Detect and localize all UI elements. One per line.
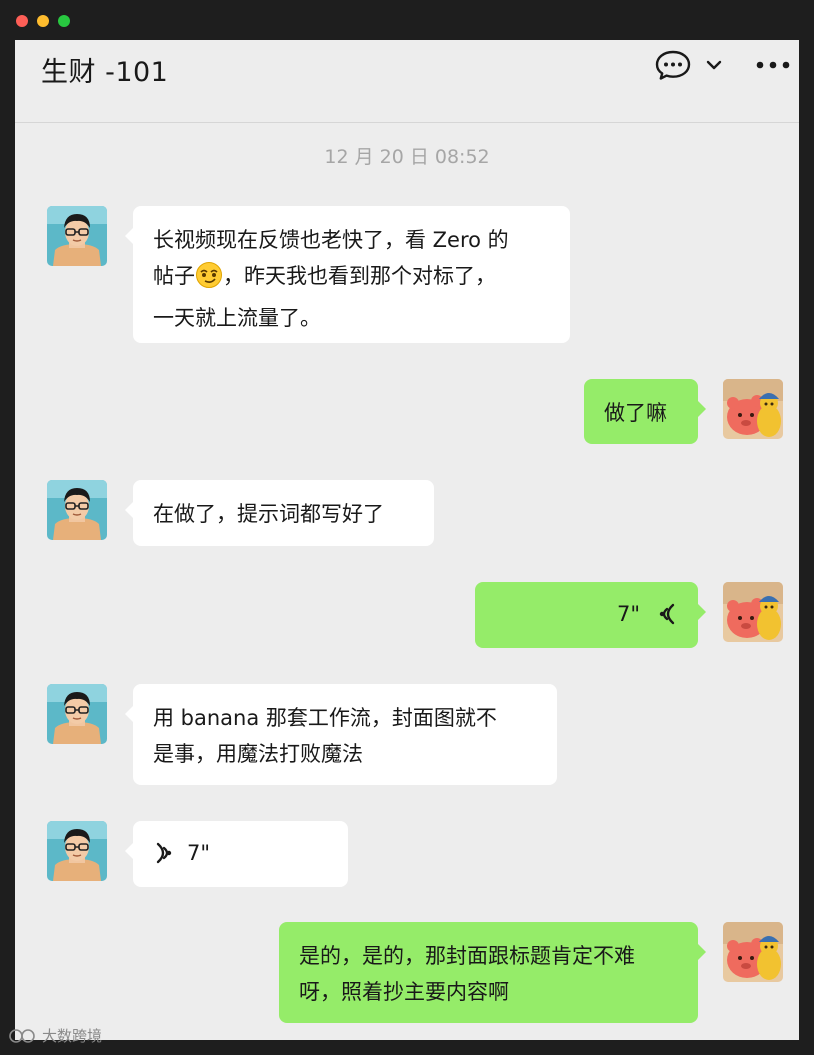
contact-avatar[interactable] [47, 206, 107, 266]
self-avatar[interactable] [723, 379, 783, 439]
chevron-down-icon[interactable] [703, 52, 725, 78]
message-text: 在做了，提示词都写好了 [153, 502, 384, 526]
chat-title: 生财 -101 [41, 57, 169, 88]
watermark-text: 大数跨境 [42, 1027, 103, 1045]
watermark: 大数跨境 [8, 1025, 102, 1046]
chat-bubble-icon[interactable] [653, 48, 693, 82]
contact-avatar[interactable] [47, 480, 107, 540]
voice-duration: 7" [187, 841, 211, 865]
chat-window: 生财 -101 12 月 20 日 08:52 长视频现在反馈也老快了，看 Ze… [15, 40, 799, 1040]
message-line: 长视频现在反馈也老快了，看 Zero 的 [153, 228, 509, 252]
window-controls [16, 15, 70, 27]
close-window-button[interactable] [16, 15, 28, 27]
message-bubble-incoming[interactable]: 用 banana 那套工作流，封面图就不 是事，用魔法打败魔法 [125, 684, 557, 785]
message-bubble-outgoing[interactable]: 是的，是的，那封面跟标题肯定不难 呀，照着抄主要内容啊 [279, 922, 706, 1023]
zoom-window-button[interactable] [58, 15, 70, 27]
message-line: 呀，照着抄主要内容啊 [299, 980, 509, 1004]
contact-avatar[interactable] [47, 821, 107, 881]
message-line: 是的，是的，那封面跟标题肯定不难 [299, 944, 635, 968]
voice-duration: 7" [616, 602, 640, 626]
message-bubble-outgoing[interactable]: 做了嘛 [584, 379, 706, 444]
message-line: 一天就上流量了。 [153, 306, 321, 330]
voice-wave-icon [656, 601, 678, 627]
voice-message-outgoing[interactable]: 7" [475, 582, 706, 648]
voice-wave-icon [153, 840, 175, 866]
self-avatar[interactable] [723, 582, 783, 642]
message-bubble-incoming[interactable]: 在做了，提示词都写好了 [125, 480, 434, 546]
message-line: 用 banana 那套工作流，封面图就不 [153, 706, 497, 730]
message-bubble-incoming[interactable]: 长视频现在反馈也老快了，看 Zero 的 帖子 ，昨天我也看到那个对标了， 一天就… [125, 206, 570, 343]
smirk-emoji-icon [195, 261, 223, 300]
self-avatar[interactable] [723, 922, 783, 982]
message-timestamp: 12 月 20 日 08:52 [324, 146, 490, 168]
message-text: 做了嘛 [604, 401, 667, 425]
message-line: 帖子 ，昨天我也看到那个对标了， [153, 258, 550, 300]
watermark-logo-icon [8, 1027, 38, 1045]
more-icon[interactable] [755, 52, 791, 78]
minimize-window-button[interactable] [37, 15, 49, 27]
voice-message-incoming[interactable]: 7" [125, 821, 348, 887]
chat-header: 生财 -101 [15, 40, 799, 123]
contact-avatar[interactable] [47, 684, 107, 744]
message-line: 是事，用魔法打败魔法 [153, 742, 363, 766]
